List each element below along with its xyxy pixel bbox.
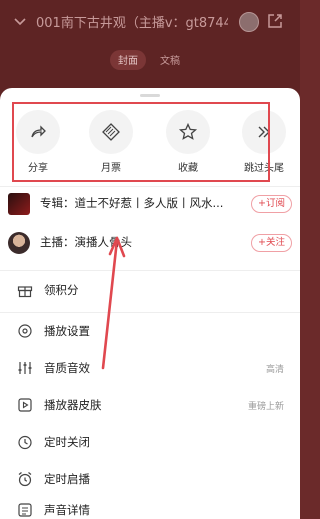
star-icon <box>166 110 210 154</box>
monthly-ticket-action[interactable]: 月票 <box>79 110 143 176</box>
info-icon <box>18 503 32 517</box>
menu-value: 高清 <box>265 365 284 375</box>
skip-intro-outro-action[interactable]: 跳过头尾 <box>232 110 296 176</box>
sheet-handle[interactable] <box>140 94 160 97</box>
skip-icon <box>242 110 286 154</box>
anchor-row[interactable]: 主播：演播人骨头 +关注 <box>0 228 300 258</box>
divider <box>0 186 300 187</box>
share-label: 分享 <box>28 163 48 174</box>
earn-points-label: 领积分 <box>44 283 79 297</box>
player-screen: 001南下古井观（主播v：gt8744 封面 文稿 分享 月票 收藏 跳过头尾 … <box>0 0 300 519</box>
follow-button[interactable]: +关注 <box>251 234 292 252</box>
share-action[interactable]: 分享 <box>6 110 70 176</box>
track-title: 001南下古井观（主播v：gt8744 <box>36 16 228 31</box>
share-out-icon[interactable] <box>266 12 284 30</box>
menu-item-play-settings[interactable]: 播放设置 <box>0 316 300 346</box>
menu-item-sleep-timer[interactable]: 定时关闭 <box>0 427 300 457</box>
gift-icon <box>17 286 33 298</box>
favorite-action[interactable]: 收藏 <box>156 110 220 176</box>
menu-label: 音质音效 <box>44 361 90 375</box>
menu-item-player-skin[interactable]: 播放器皮肤 重磅上新 <box>0 390 300 420</box>
ticket-icon <box>89 110 133 154</box>
alarm-icon <box>18 472 32 487</box>
album-title: 专辑：道士不好惹丨多人版丨风水... <box>40 196 224 210</box>
timer-icon <box>18 435 32 450</box>
divider <box>0 312 300 313</box>
earn-points-item[interactable]: 领积分 <box>0 275 300 305</box>
menu-item-sound-details[interactable]: 声音详情 <box>0 495 300 519</box>
quick-actions: 分享 月票 收藏 跳过头尾 <box>0 110 300 176</box>
tab-transcript[interactable]: 文稿 <box>152 50 188 70</box>
menu-value: 重磅上新 <box>247 402 284 412</box>
anchor-avatar[interactable] <box>239 12 259 32</box>
menu-label: 声音详情 <box>44 503 90 517</box>
divider <box>0 270 300 271</box>
anchor-avatar-small <box>8 232 30 254</box>
subscribe-button[interactable]: +订阅 <box>251 195 292 213</box>
menu-item-sound-quality[interactable]: 音质音效 高清 <box>0 353 300 383</box>
menu-item-scheduled-play[interactable]: 定时启播 <box>0 464 300 494</box>
settings-icon <box>18 324 32 338</box>
skip-label: 跳过头尾 <box>244 163 284 174</box>
view-tabs: 封面 文稿 <box>110 50 188 70</box>
menu-label: 定时启播 <box>44 472 90 486</box>
chevron-down-icon[interactable] <box>12 14 28 30</box>
menu-label: 播放设置 <box>44 324 90 338</box>
menu-label: 播放器皮肤 <box>44 398 102 412</box>
album-row[interactable]: 专辑：道士不好惹丨多人版丨风水... +订阅 <box>0 189 300 219</box>
top-bar: 001南下古井观（主播v：gt8744 <box>0 10 300 36</box>
skin-icon <box>18 398 32 412</box>
more-options-sheet: 分享 月票 收藏 跳过头尾 专辑：道士不好惹丨多人版丨风水... +订阅 主播：… <box>0 88 300 519</box>
album-cover <box>8 193 30 215</box>
ticket-label: 月票 <box>101 163 121 174</box>
favorite-label: 收藏 <box>178 163 198 174</box>
equalizer-icon <box>18 362 32 374</box>
anchor-name: 主播：演播人骨头 <box>40 235 132 249</box>
menu-label: 定时关闭 <box>44 435 90 449</box>
tab-cover[interactable]: 封面 <box>110 50 146 70</box>
share-icon <box>16 110 60 154</box>
